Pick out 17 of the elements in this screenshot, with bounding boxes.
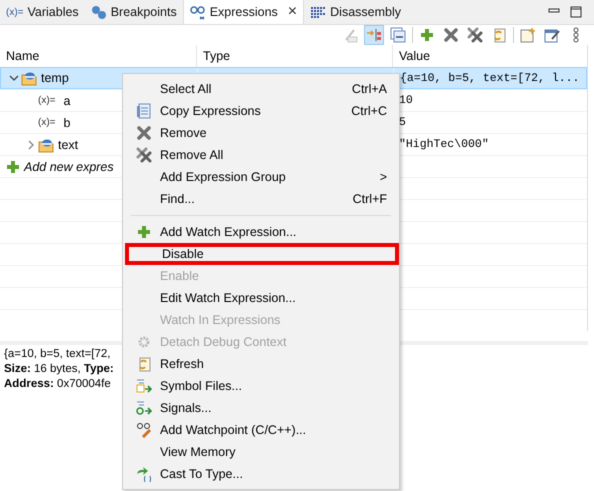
variable-icon: (x)= [38, 95, 56, 106]
table-cell: 5 [399, 116, 406, 129]
shortcut-text: Ctrl+C [351, 104, 387, 118]
submenu-arrow: > [380, 170, 387, 184]
variable-icon: (x)= [38, 117, 56, 128]
detail-text: Address: 0x70004fe [4, 377, 111, 392]
table-cell: b [64, 116, 70, 130]
shortcut-text: Ctrl+F [352, 192, 387, 206]
shortcut-text: Ctrl+A [352, 82, 387, 96]
table-cell: "HighTec\000" [399, 138, 489, 151]
table-cell: a [64, 94, 70, 108]
detail-text: {a=10, b=5, text=[72, [4, 347, 110, 362]
detail-text: Size: 16 bytes, Type: [4, 362, 114, 377]
table-cell: text [58, 138, 78, 152]
table-cell: {a=10, b=5, text=[72, l... [400, 72, 580, 84]
table-cell: 10 [399, 94, 413, 107]
table-cell: temp [41, 71, 69, 85]
